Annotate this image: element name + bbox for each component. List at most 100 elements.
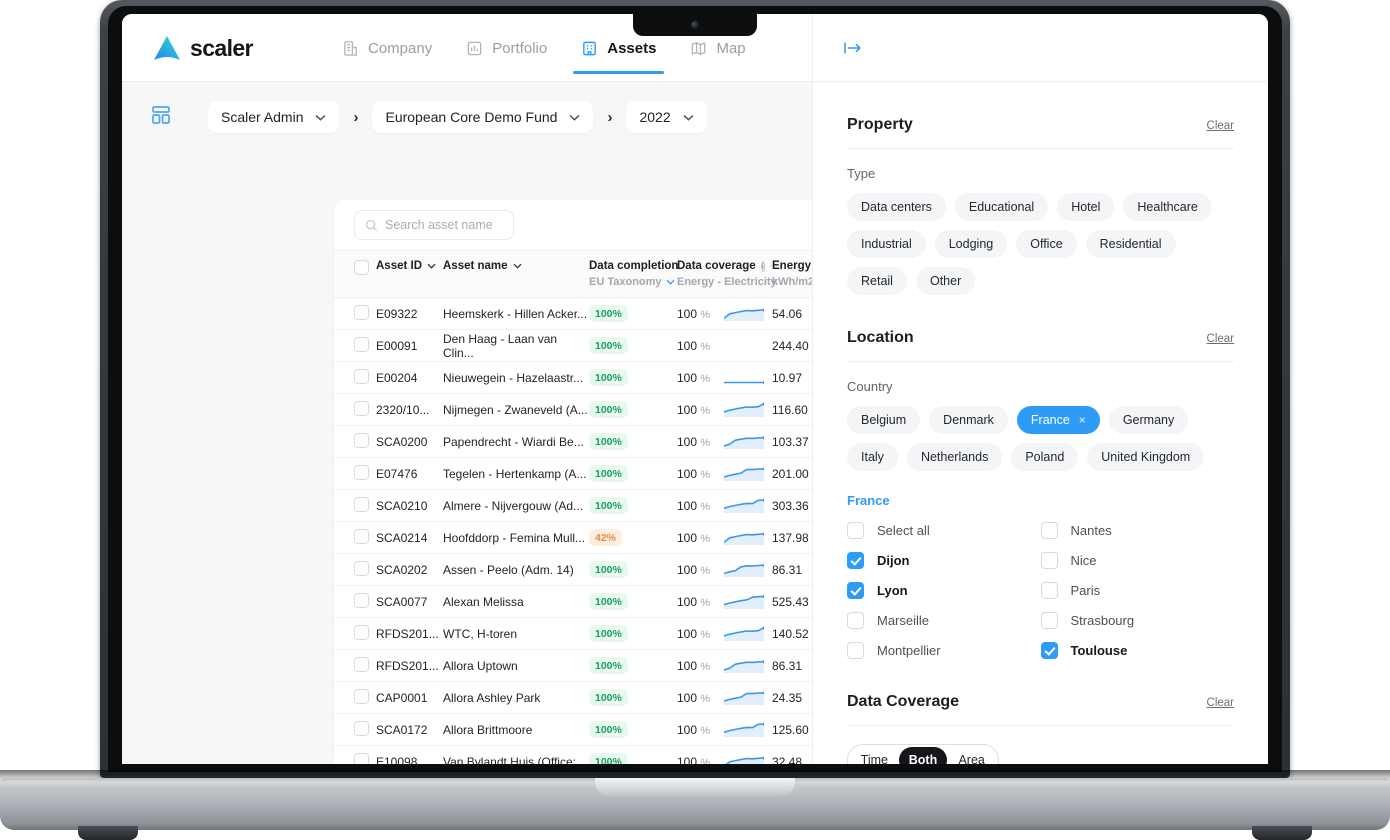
table-row[interactable]: RFDS201... WTC, H-toren 100% 100 % 140.5…: [334, 617, 852, 650]
table-row[interactable]: E09322 Heemskerk - Hillen Acker... 100% …: [334, 297, 852, 330]
type-chip-hotel[interactable]: Hotel: [1057, 193, 1115, 221]
row-checkbox[interactable]: [354, 560, 369, 576]
type-chip-office[interactable]: Office: [1016, 230, 1077, 258]
breadcrumb-year-select[interactable]: 2022: [626, 101, 707, 133]
table-row[interactable]: E10098 Van Bylandt Huis (Office:... 100%…: [334, 745, 852, 764]
row-select-cell[interactable]: [334, 553, 376, 586]
coverage-segment-area[interactable]: Area: [947, 747, 996, 764]
city-checkbox-nantes[interactable]: Nantes: [1040, 522, 1235, 539]
coverage-segment-time[interactable]: Time: [850, 747, 899, 764]
city-checkbox-montpellier[interactable]: Montpellier: [847, 642, 1041, 659]
checkbox-icon[interactable]: [847, 522, 864, 539]
row-checkbox[interactable]: [354, 720, 369, 736]
info-icon[interactable]: i: [760, 260, 765, 272]
row-checkbox[interactable]: [354, 688, 369, 704]
row-checkbox[interactable]: [354, 752, 369, 764]
row-select-cell[interactable]: [334, 457, 376, 490]
row-select-cell[interactable]: [334, 617, 376, 650]
coverage-segment-both[interactable]: Both: [898, 747, 948, 764]
city-checkbox-marseille[interactable]: Marseille: [847, 612, 1041, 629]
type-chip-residential[interactable]: Residential: [1085, 230, 1176, 258]
checkbox-icon[interactable]: [1040, 552, 1058, 569]
type-chip-retail[interactable]: Retail: [847, 267, 907, 295]
row-checkbox[interactable]: [354, 304, 369, 320]
city-checkbox-lyon[interactable]: Lyon: [847, 582, 1041, 599]
city-checkbox-select-all[interactable]: Select all: [847, 522, 1041, 539]
checkbox-icon[interactable]: [1040, 582, 1058, 599]
country-chip-united-kingdom[interactable]: United Kingdom: [1087, 443, 1205, 471]
type-chip-lodging[interactable]: Lodging: [934, 230, 1008, 258]
table-row[interactable]: SCA0172 Allora Brittmoore 100% 100 % 125…: [334, 713, 852, 746]
city-checkbox-nice[interactable]: Nice: [1040, 552, 1235, 569]
type-chip-industrial[interactable]: Industrial: [847, 230, 926, 258]
city-checkbox-toulouse[interactable]: Toulouse: [1040, 642, 1235, 659]
table-row[interactable]: E00204 Nieuwegein - Hazelaastr... 100% 1…: [334, 361, 852, 394]
table-row[interactable]: CAP0001 Allora Ashley Park 100% 100 % 24…: [334, 681, 852, 714]
checkbox-icon[interactable]: [847, 642, 864, 659]
city-checkbox-paris[interactable]: Paris: [1040, 582, 1235, 599]
country-chip-france[interactable]: France ×: [1016, 406, 1100, 434]
th-data-completion[interactable]: Data completion EU Taxonomy: [589, 250, 678, 298]
row-select-cell[interactable]: [334, 361, 376, 394]
row-select-cell[interactable]: [334, 585, 376, 618]
type-chip-healthcare[interactable]: Healthcare: [1123, 193, 1212, 221]
row-select-cell[interactable]: [334, 521, 376, 554]
tab-company[interactable]: Company: [342, 14, 432, 82]
search-input[interactable]: [385, 218, 503, 232]
table-row[interactable]: SCA0210 Almere - Nijvergouw (Ad... 100% …: [334, 489, 852, 522]
row-checkbox[interactable]: [354, 592, 369, 608]
table-row[interactable]: E07476 Tegelen - Hertenkamp (A... 100% 1…: [334, 457, 852, 490]
table-row[interactable]: E00091 Den Haag - Laan van Clin... 100% …: [334, 329, 852, 362]
breadcrumb-fund-select[interactable]: European Core Demo Fund: [372, 101, 594, 133]
remove-icon[interactable]: ×: [1079, 413, 1086, 427]
row-checkbox[interactable]: [354, 656, 369, 672]
select-all-checkbox[interactable]: [354, 260, 369, 275]
city-checkbox-strasbourg[interactable]: Strasbourg: [1040, 612, 1235, 629]
dashboard-layout-icon[interactable]: [150, 104, 196, 131]
row-select-cell[interactable]: [334, 329, 376, 362]
checkbox-icon[interactable]: [847, 612, 864, 629]
data-coverage-clear-link[interactable]: Clear: [1207, 697, 1234, 709]
row-checkbox[interactable]: [354, 368, 369, 384]
row-checkbox[interactable]: [354, 432, 369, 448]
brand-logo[interactable]: scaler: [152, 34, 332, 62]
country-chip-netherlands[interactable]: Netherlands: [906, 443, 1003, 471]
checkbox-icon[interactable]: [1040, 612, 1058, 629]
row-checkbox[interactable]: [354, 400, 369, 416]
table-row[interactable]: SCA0077 Alexan Melissa 100% 100 % 525.43…: [334, 585, 852, 618]
type-chip-other[interactable]: Other: [915, 267, 976, 295]
th-select-all[interactable]: [334, 250, 376, 298]
breadcrumb-org-select[interactable]: Scaler Admin: [208, 101, 340, 133]
th-asset-name[interactable]: Asset name: [443, 250, 589, 298]
city-checkbox-dijon[interactable]: Dijon: [847, 552, 1041, 569]
country-chip-italy[interactable]: Italy: [847, 443, 898, 471]
checkbox-icon[interactable]: [847, 582, 864, 599]
row-checkbox[interactable]: [354, 528, 369, 544]
type-chip-educational[interactable]: Educational: [954, 193, 1049, 221]
row-select-cell[interactable]: [334, 425, 376, 458]
country-chip-denmark[interactable]: Denmark: [929, 406, 1008, 434]
checkbox-icon[interactable]: [847, 552, 864, 569]
country-chip-poland[interactable]: Poland: [1011, 443, 1079, 471]
row-checkbox[interactable]: [354, 624, 369, 640]
row-select-cell[interactable]: [334, 393, 376, 426]
row-checkbox[interactable]: [354, 336, 369, 352]
row-checkbox[interactable]: [354, 496, 369, 512]
table-row[interactable]: 2320/10... Nijmegen - Zwaneveld (A... 10…: [334, 393, 852, 426]
th-asset-id[interactable]: Asset ID: [376, 250, 443, 298]
row-select-cell[interactable]: [334, 745, 376, 764]
row-checkbox[interactable]: [354, 464, 369, 480]
row-select-cell[interactable]: [334, 681, 376, 714]
row-select-cell[interactable]: [334, 649, 376, 682]
row-select-cell[interactable]: [334, 713, 376, 746]
country-chip-germany[interactable]: Germany: [1108, 406, 1189, 434]
property-clear-link[interactable]: Clear: [1207, 120, 1234, 132]
th-data-coverage[interactable]: Data coverage i Energy - Electricity: [677, 250, 777, 298]
checkbox-icon[interactable]: [1040, 522, 1058, 539]
tab-portfolio[interactable]: Portfolio: [466, 14, 547, 82]
row-select-cell[interactable]: [334, 297, 376, 330]
table-row[interactable]: SCA0200 Papendrecht - Wiardi Be... 100% …: [334, 425, 852, 458]
table-row[interactable]: SCA0214 Hoofddorp - Femina Mull... 42% 1…: [334, 521, 852, 554]
table-row[interactable]: RFDS201... Allora Uptown 100% 100 % 86.3…: [334, 649, 852, 682]
table-row[interactable]: SCA0202 Assen - Peelo (Adm. 14) 100% 100…: [334, 553, 852, 586]
